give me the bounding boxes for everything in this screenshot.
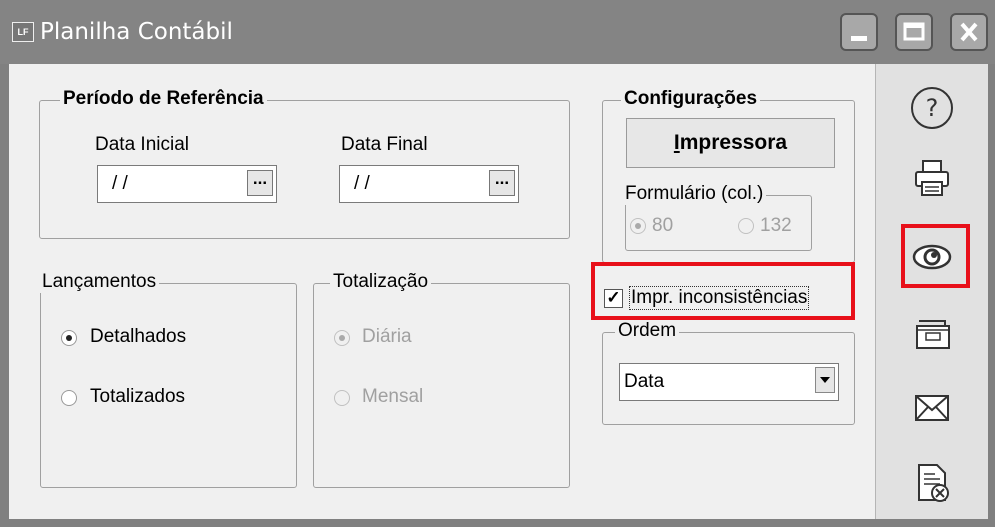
data-final-label: Data Final: [341, 134, 428, 155]
detalhados-label: Detalhados: [90, 326, 187, 347]
data-final-ellipsis-button[interactable]: ...: [489, 170, 515, 196]
open-folder-button[interactable]: [876, 304, 988, 362]
help-icon: ?: [911, 87, 953, 129]
action-sidebar: ?: [875, 64, 988, 519]
ordem-title: Ordem: [615, 320, 680, 342]
configuracoes-title: Configurações: [621, 88, 761, 110]
lancamentos-title: Lançamentos: [39, 271, 160, 293]
totalizados-label: Totalizados: [90, 386, 186, 407]
impressora-button[interactable]: Impressora: [626, 118, 835, 168]
preview-eye-icon: [912, 244, 952, 270]
printer-icon: [915, 160, 949, 196]
formulario-80-label: 80: [652, 215, 674, 236]
configuracoes-group: Configurações Impressora Formulário (col…: [602, 88, 855, 263]
print-button[interactable]: [876, 149, 988, 207]
diaria-radio[interactable]: [334, 330, 350, 346]
data-inicial-ellipsis-button[interactable]: ...: [247, 170, 273, 196]
mensal-radio[interactable]: [334, 390, 350, 406]
main-window: LF Planilha Contábil Período de Referênc…: [0, 0, 995, 527]
impr-inconsistencias-checkbox[interactable]: ✓: [604, 289, 623, 308]
maximize-icon: [903, 22, 925, 41]
close-button[interactable]: [950, 13, 988, 51]
detalhados-radio[interactable]: [61, 330, 77, 346]
formulario-title: Formulário (col.): [622, 183, 767, 205]
app-icon: LF: [12, 22, 34, 42]
formulario-group: Formulário (col.) 80 132: [622, 183, 812, 251]
preview-button[interactable]: [876, 228, 988, 286]
minimize-button[interactable]: [840, 13, 878, 51]
chevron-down-icon: [820, 377, 830, 383]
email-icon: [915, 395, 949, 421]
data-final-field[interactable]: / / ...: [339, 165, 519, 203]
email-button[interactable]: [876, 379, 988, 437]
formulario-132-radio[interactable]: [738, 218, 754, 234]
help-button[interactable]: ?: [876, 79, 988, 137]
ordem-value: Data: [624, 371, 665, 392]
lancamentos-group: Lançamentos Detalhados Totalizados: [39, 271, 297, 488]
ordem-select[interactable]: Data: [619, 363, 839, 401]
formulario-80-radio[interactable]: [630, 218, 646, 234]
window-title: Planilha Contábil: [40, 19, 233, 45]
totalizacao-group: Totalização Diária Mensal: [313, 271, 570, 488]
data-inicial-field[interactable]: / / ...: [97, 165, 277, 203]
ordem-dropdown-button[interactable]: [815, 367, 835, 393]
minimize-icon: [851, 36, 867, 41]
client-area: Período de Referência Data Inicial / / .…: [9, 64, 875, 519]
data-inicial-label: Data Inicial: [95, 134, 189, 155]
formulario-132-label: 132: [760, 215, 792, 236]
data-final-value: / /: [354, 173, 370, 194]
svg-text:?: ?: [926, 94, 939, 122]
ordem-group: Ordem Data: [602, 320, 855, 425]
data-inicial-value: / /: [112, 173, 128, 194]
cancel-document-icon: [918, 464, 949, 502]
totalizacao-title: Totalização: [330, 271, 432, 293]
totalizados-radio[interactable]: [61, 390, 77, 406]
folder-icon: [916, 320, 950, 349]
diaria-label: Diária: [362, 326, 412, 347]
close-icon: [960, 22, 978, 42]
impr-inconsistencias-label[interactable]: Impr. inconsistências: [629, 286, 810, 310]
mensal-label: Mensal: [362, 386, 424, 407]
cancel-document-button[interactable]: [876, 454, 988, 512]
maximize-button[interactable]: [895, 13, 933, 51]
periodo-group: Período de Referência Data Inicial / / .…: [39, 88, 570, 239]
impressora-label: mpressora: [679, 131, 788, 154]
title-bar[interactable]: LF Planilha Contábil: [0, 0, 995, 64]
periodo-title: Período de Referência: [60, 88, 267, 110]
